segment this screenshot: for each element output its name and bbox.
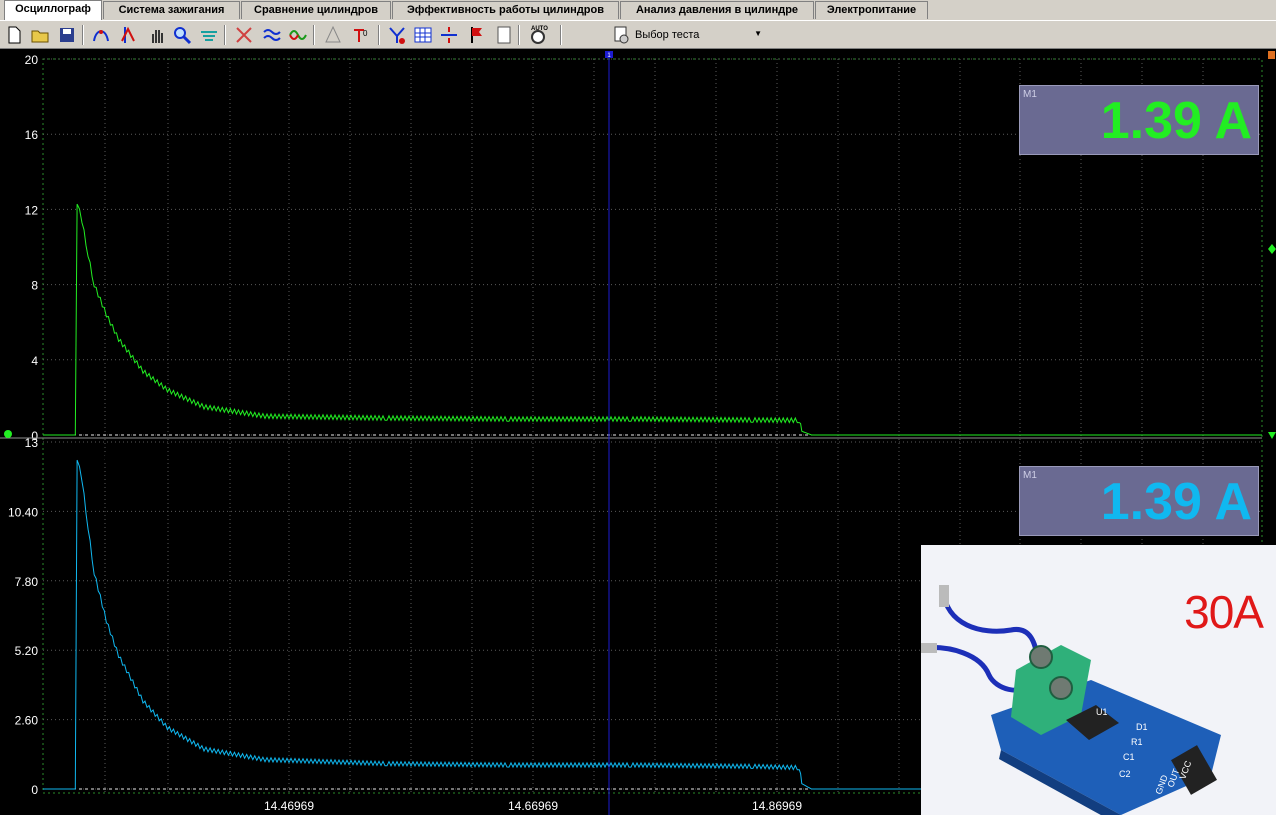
grid-icon[interactable] [412,24,434,46]
y-tick-label-ch1: 16 [25,128,39,142]
y-tick-label-ch2: 5.20 [15,644,39,658]
y-tick-label-ch2: 2.60 [15,714,39,728]
flag-icon[interactable] [466,24,488,46]
tab-6[interactable]: Электропитание [815,1,928,19]
toolbar: Выбор теста ▼ 0 AUTO [0,20,1276,49]
y-tick-label-ch2: 7.80 [15,575,39,589]
tab-5[interactable]: Анализ давления в цилиндре [620,1,814,19]
x-tick-label: 14.46969 [264,799,314,813]
channel1-measurement[interactable]: M1 1.39 A [1019,85,1259,155]
tab-4[interactable]: Эффективность работы цилиндров [392,1,619,19]
tab-3[interactable]: Сравнение цилиндров [241,1,391,19]
y-tick-label-ch1: 20 [25,53,39,67]
hand-pan-icon[interactable] [146,24,168,46]
tab-1[interactable]: Осциллограф [4,0,102,20]
board-label: C1 [1123,752,1135,762]
open-folder-icon[interactable] [29,24,51,46]
ch1-level-marker[interactable] [4,430,12,438]
new-file-icon[interactable] [3,24,25,46]
filter-icon[interactable] [198,24,220,46]
cursor-measure-icon[interactable] [118,24,140,46]
smooth-icon[interactable] [261,24,283,46]
auto-icon[interactable]: AUTO [527,24,549,46]
y-tick-label-ch1: 8 [31,279,38,293]
ch1-offset-marker[interactable] [1268,244,1276,254]
board-label: C2 [1119,769,1131,779]
svg-text:0: 0 [363,29,368,38]
x-tick-label: 14.86969 [752,799,802,813]
svg-text:AUTO: AUTO [531,26,548,32]
y-tick-label-ch2: 10.40 [8,505,38,519]
test-select-icon [614,26,629,44]
chevron-down-icon: ▼ [754,29,762,38]
measurement-label: M1 [1023,470,1037,481]
channel2-title: 2 датчик тока китай (A) [48,450,177,464]
channel2-measurement[interactable]: M1 1.39 A [1019,466,1259,536]
trace-ch1[interactable] [43,203,1262,436]
toolbar-separator [518,25,520,45]
tab-2[interactable]: Система зажигания [103,1,240,19]
ch1-zero-marker[interactable] [1268,432,1276,439]
toolbar-separator [378,25,380,45]
toolbar-separator [224,25,226,45]
channel1-title: 1 Токовые клещи HANTEK CC-65 20A (A) [48,68,278,82]
board-label: R1 [1131,737,1143,747]
board-label: D1 [1136,722,1148,732]
tab-bar: Осциллограф Система зажигания Сравнение ци… [0,0,1276,20]
divide-icon[interactable] [438,24,460,46]
test-select-dropdown[interactable]: Выбор теста ▼ [608,25,768,45]
trigger-icon[interactable] [90,24,112,46]
auto-scale-icon[interactable] [322,24,344,46]
y-tick-label-ch2: 0 [31,783,38,797]
measurement-label: M1 [1023,89,1037,100]
test-select-value: Выбор теста [635,29,700,41]
current-rating-label: 30A [1184,586,1264,638]
toolbar-separator [560,25,562,45]
center-icon[interactable] [233,24,255,46]
zero-icon[interactable]: 0 [350,24,372,46]
measurement-value: 1.39 A [1100,92,1252,150]
save-icon[interactable] [56,24,78,46]
y-tick-label-ch1: 12 [25,203,39,217]
toolbar-separator [313,25,315,45]
zoom-icon[interactable] [171,24,193,46]
x-tick-label: 14.66969 [508,799,558,813]
measurement-value: 1.39 A [1100,473,1252,531]
math-icon[interactable] [386,24,408,46]
board-label: U1 [1096,707,1108,717]
toolbar-separator [82,25,84,45]
notes-icon[interactable] [493,24,515,46]
wave-icon[interactable] [287,24,309,46]
sensor-photo: U1 D1 R1 C1 C2 GND OUT VCC 30A [921,545,1276,815]
trigger-marker[interactable] [1268,51,1275,59]
y-tick-label-ch1: 4 [31,354,38,368]
